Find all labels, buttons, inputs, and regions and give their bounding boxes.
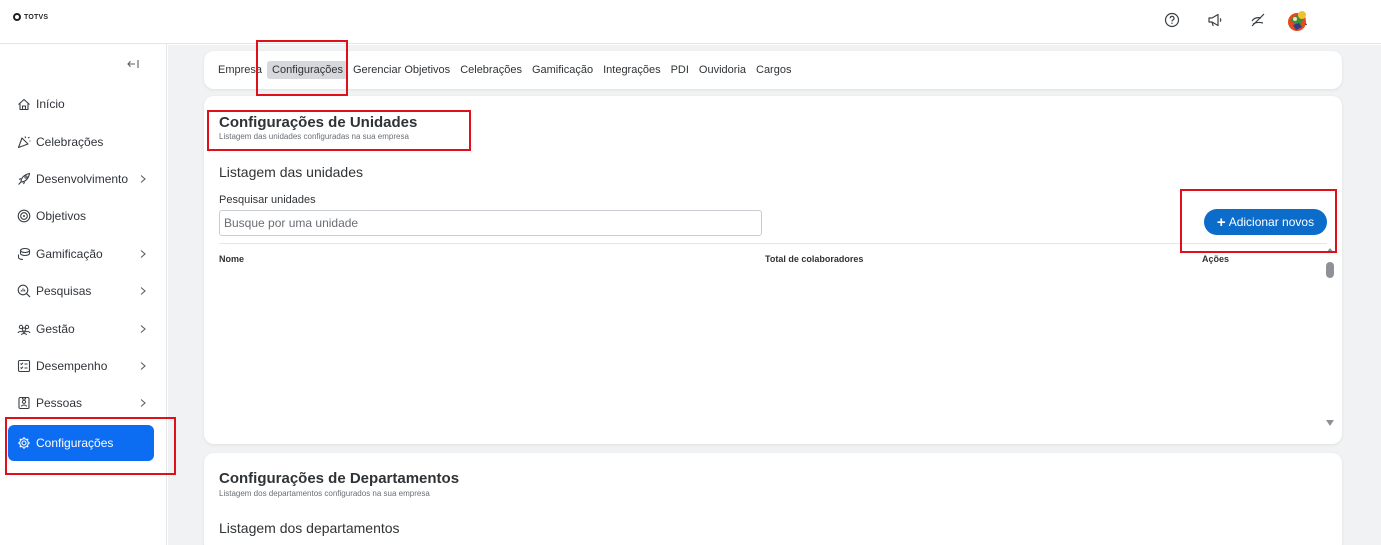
scroll-thumb[interactable] [1326,262,1334,278]
table-scrollbar[interactable] [1325,248,1334,428]
scroll-down-arrow-icon[interactable] [1326,420,1334,426]
sidebar-item-pessoas[interactable]: Pessoas [8,385,154,421]
chevron-right-icon [139,397,147,407]
plus-icon: + [1216,213,1226,231]
sidebar-item-configuracoes[interactable]: Configurações [8,425,154,461]
sidebar-item-label: Desenvolvimento [36,172,129,186]
chevron-right-icon [139,248,147,258]
departments-title: Configurações de Departamentos [219,470,460,487]
search-units-label: Pesquisar unidades [219,194,316,206]
tab-pdi[interactable]: PDI [666,61,694,79]
survey-icon [17,284,31,298]
tab-gamificacao[interactable]: Gamificação [527,61,598,79]
table-divider [219,243,1327,244]
units-list-title: Listagem das unidades [219,164,363,180]
sidebar-item-label: Objetivos [36,209,87,223]
sidebar-item-label: Gamificação [36,247,103,261]
sidebar-item-label: Gestão [36,322,75,336]
target-icon [17,209,31,223]
tab-integracoes[interactable]: Integrações [598,61,665,79]
sidebar-item-pesquisas[interactable]: Pesquisas [8,273,154,309]
units-card: Configurações de Unidades Listagem das u… [204,96,1342,444]
rocket-icon [17,172,31,186]
departments-card: Configurações de Departamentos Listagem … [204,453,1342,545]
sidebar-item-label: Celebrações [36,135,104,149]
chevron-right-icon [139,360,147,370]
add-new-button-label: Adicionar novos [1228,215,1315,229]
tab-gerenciar-objetivos[interactable]: Gerenciar Objetivos [348,61,455,79]
chevron-right-icon [139,173,147,183]
hand-slash-icon[interactable] [1248,10,1268,30]
search-units-input[interactable] [219,210,762,236]
column-header-nome[interactable]: Nome [219,254,244,264]
badge-icon [17,396,31,410]
help-icon[interactable] [1162,10,1182,30]
sidebar-item-label: Desempenho [36,359,108,373]
people-icon [17,322,31,336]
megaphone-icon[interactable] [1205,10,1225,30]
gear-icon [17,436,31,450]
units-title: Configurações de Unidades [219,114,418,131]
logo-mark-icon [13,13,21,21]
sidebar-item-label: Início [36,97,65,111]
column-header-acoes: Ações [1202,254,1230,264]
sidebar-item-label: Pesquisas [36,284,92,298]
sidebar-item-desempenho[interactable]: Desempenho [8,348,154,384]
departments-list-title: Listagem dos departamentos [219,520,400,536]
add-new-button[interactable]: + Adicionar novos [1204,209,1327,235]
column-header-total-colaboradores[interactable]: Total de colaboradores [765,254,863,264]
sidebar-item-desenvolvimento[interactable]: Desenvolvimento [8,161,154,197]
checklist-icon [17,359,31,373]
collapse-sidebar-icon[interactable] [126,57,142,71]
sidebar-item-label: Configurações [36,436,114,450]
totvs-logo[interactable]: TOTVS [13,13,48,21]
sidebar: Início Celebrações Desenvolvimento Objet… [0,44,167,545]
tab-cargos[interactable]: Cargos [751,61,796,79]
sidebar-item-gestao[interactable]: Gestão [8,311,154,347]
avatar[interactable] [1284,8,1310,34]
tab-empresa[interactable]: Empresa [213,61,267,79]
sidebar-item-label: Pessoas [36,396,83,410]
sidebar-item-inicio[interactable]: Início [8,86,154,122]
top-bar: TOTVS [0,0,1381,44]
sidebar-item-celebracoes[interactable]: Celebrações [8,124,154,160]
settings-tabs: Empresa Configurações Gerenciar Objetivo… [204,51,1342,89]
celebration-icon [17,135,31,149]
sidebar-item-objetivos[interactable]: Objetivos [8,198,154,234]
tab-configuracoes[interactable]: Configurações [267,61,348,79]
coins-icon [17,247,31,261]
logo-text: TOTVS [24,13,49,21]
main-content: Empresa Configurações Gerenciar Objetivo… [168,45,1381,545]
scroll-up-arrow-icon[interactable] [1326,248,1334,253]
chevron-right-icon [139,285,147,295]
home-icon [17,97,31,111]
units-subtitle: Listagem das unidades configuradas na su… [219,132,409,141]
tab-ouvidoria[interactable]: Ouvidoria [694,61,751,79]
chevron-right-icon [139,323,147,333]
departments-subtitle: Listagem dos departamentos configurados … [219,489,430,498]
tab-celebracoes[interactable]: Celebrações [455,61,527,79]
sidebar-item-gamificacao[interactable]: Gamificação [8,236,154,272]
